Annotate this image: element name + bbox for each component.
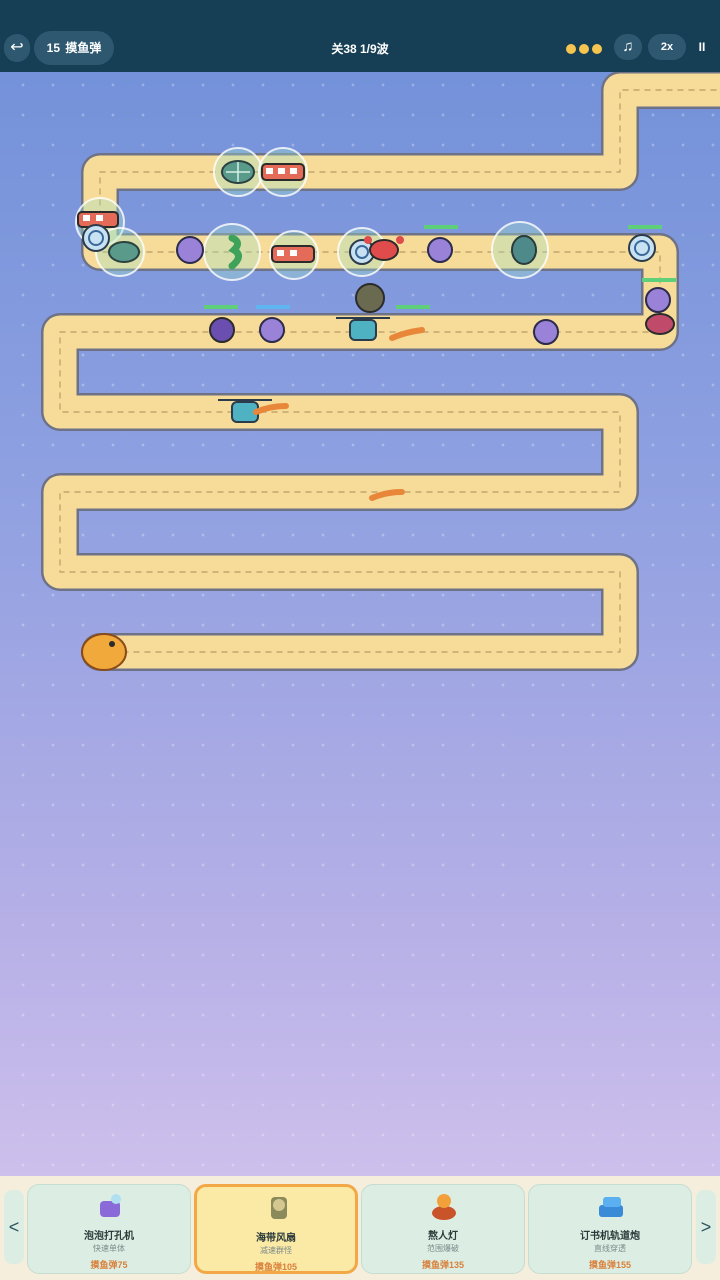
- tower-desc: 范围爆破: [427, 1244, 459, 1253]
- tower-name: 熬人灯: [428, 1231, 458, 1242]
- kelp-fan-icon: [271, 1197, 287, 1219]
- enemy-jellyfish[interactable]: [645, 287, 671, 313]
- tower-train[interactable]: [271, 245, 315, 263]
- top-bar: ↩ 15 摸鱼弹 关38 1/9波 ♫ 2x II: [0, 0, 720, 72]
- enemy-crab[interactable]: [645, 313, 675, 335]
- tower-card-heat-lamp[interactable]: 熬人灯 范围爆破 摸鱼弹135: [361, 1184, 525, 1274]
- tower-turtle[interactable]: [221, 160, 255, 184]
- enemy-path: [41, 72, 720, 671]
- pause-button[interactable]: II: [692, 34, 712, 60]
- bubble-puncher-icon: [100, 1194, 121, 1217]
- tower-turtle[interactable]: [108, 241, 140, 263]
- game-map[interactable]: [0, 72, 720, 682]
- tower-card-stapler-railgun[interactable]: 订书机轨道炮 直线穿透 摸鱼弹155: [528, 1184, 692, 1274]
- tower-card-bubble-puncher[interactable]: 泡泡打孔机 快速单体 摸鱼弹75: [27, 1184, 191, 1274]
- star-icon: [592, 44, 602, 54]
- enemy-jellyfish[interactable]: [533, 319, 559, 345]
- music-note-icon: ♫: [622, 38, 634, 55]
- tower-bubble-shell[interactable]: [628, 234, 656, 262]
- tower-card-kelp-fan[interactable]: 海带风扇 减速群怪 摸鱼弹105: [194, 1184, 358, 1274]
- tower-sea-creature[interactable]: [511, 235, 537, 265]
- goal-golden-fish: [81, 633, 127, 671]
- tower-desc: 减速群怪: [260, 1246, 292, 1255]
- tray-next-arrow[interactable]: >: [696, 1190, 716, 1264]
- currency-label: 摸鱼弹: [65, 41, 102, 55]
- currency-display: 15 摸鱼弹: [34, 31, 114, 65]
- heat-lamp-icon: [432, 1194, 456, 1220]
- tower-name: 泡泡打孔机: [84, 1231, 134, 1242]
- stapler-railgun-icon: [599, 1197, 623, 1217]
- star-icon: [566, 44, 576, 54]
- enemy-sea-urchin[interactable]: [209, 317, 235, 343]
- tower-desc: 直线穿透: [594, 1244, 626, 1253]
- tower-price: 摸鱼弹105: [254, 1262, 298, 1272]
- star-icon: [579, 44, 589, 54]
- tower-name: 海带风扇: [256, 1233, 296, 1244]
- back-button[interactable]: ↩: [4, 34, 30, 62]
- tower-name: 订书机轨道炮: [580, 1231, 640, 1242]
- music-button[interactable]: ♫: [614, 34, 642, 60]
- tower-price: 摸鱼弹155: [588, 1260, 632, 1270]
- tray-prev-arrow[interactable]: <: [4, 1190, 24, 1264]
- tower-bubble-shell[interactable]: [82, 224, 110, 252]
- tower-price: 摸鱼弹75: [90, 1260, 128, 1270]
- star-rating: [566, 41, 605, 59]
- currency-amount: 15: [46, 41, 60, 55]
- speed-button[interactable]: 2x: [648, 34, 686, 60]
- tower-desc: 快速单体: [93, 1244, 125, 1253]
- tower-train[interactable]: [261, 163, 305, 181]
- back-icon: ↩: [10, 39, 24, 56]
- tower-price: 摸鱼弹135: [421, 1260, 465, 1270]
- level-wave-title: 关38 1/9波: [331, 42, 389, 56]
- tower-fan[interactable]: [355, 283, 385, 313]
- enemy-jellyfish[interactable]: [176, 236, 204, 264]
- enemy-jellyfish[interactable]: [427, 237, 453, 263]
- tower-seahorse[interactable]: [228, 234, 242, 270]
- enemy-jellyfish[interactable]: [259, 317, 285, 343]
